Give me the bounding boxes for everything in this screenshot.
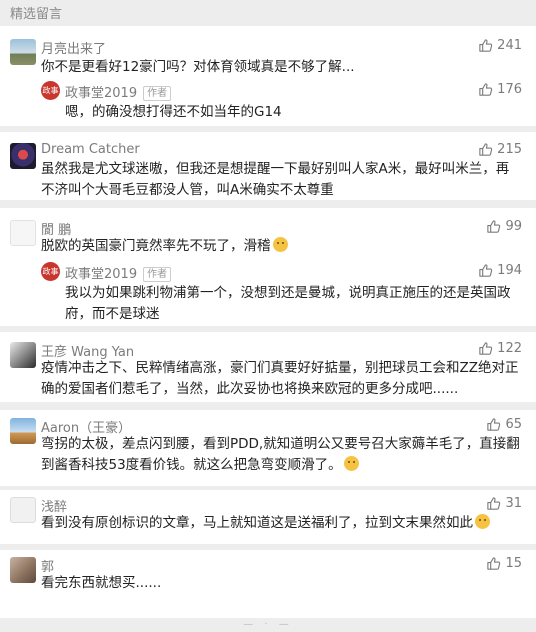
like-count: 176: [497, 82, 522, 97]
avatar[interactable]: [10, 497, 36, 523]
comment-text: 看完东西就想买......: [41, 575, 162, 591]
like-count: 241: [497, 38, 522, 53]
comment-card: 王彦 Wang Yan 122 疫情冲击之下、民粹情绪高涨，豪门们真要好好掂量，…: [0, 332, 536, 402]
avatar[interactable]: [10, 557, 36, 583]
comment-card: Dream Catcher 215 虽然我是尤文球迷嗷，但我还是想提醒一下最好别…: [0, 132, 536, 200]
comment-text: 你不是更看好12豪门吗？对体育领域真是不够了解...: [41, 59, 355, 75]
avatar[interactable]: [10, 418, 36, 444]
avatar[interactable]: [10, 39, 36, 65]
like-count: 215: [497, 142, 522, 157]
comment-card: 月亮出来了 241 你不是更看好12豪门吗？对体育领域真是不够了解... 政事 …: [0, 26, 536, 126]
smirk-emoji-icon: [272, 237, 288, 252]
thumbs-up-icon: [487, 557, 501, 570]
comment-text: 弯拐的太极，差点闪到腰，看到PDD,就知道明公又要号召大家薅羊毛了，直接翻到酱香…: [41, 434, 522, 476]
comment-text: 虽然我是尤文球迷嗷，但我还是想提醒一下最好别叫人家A米，最好叫米兰，再不济叫个大…: [41, 161, 510, 198]
reply-text: 嗯，的确没想打得还不如当年的G14: [65, 104, 282, 120]
like-button[interactable]: 122: [478, 341, 522, 356]
grimace-emoji-icon: [475, 514, 490, 529]
comment-card: 閬 鵬 99 脱欧的英国豪门竟然率先不玩了，滑稽 政事 政事堂2019 作者 19…: [0, 208, 536, 326]
author-tag: 作者: [143, 86, 172, 101]
reply-author: 政事堂2019 作者: [65, 263, 172, 282]
like-count: 15: [505, 556, 522, 571]
thumbs-up-icon: [479, 39, 493, 52]
comment-card: Aaron（王豪） 65 弯拐的太极，差点闪到腰，看到PDD,就知道明公又要号召…: [0, 410, 536, 486]
reply-author: 政事堂2019 作者: [65, 82, 172, 101]
comment-card: 浅醉 31 看到没有原创标识的文章，马上就知道这是送福利了，拉到文末果然如此: [0, 490, 536, 544]
thumbs-up-icon: [487, 497, 501, 510]
comment-text-content: 脱欧的英国豪门竟然率先不玩了，滑稽: [41, 238, 271, 254]
like-count: 99: [505, 219, 522, 234]
comment-author[interactable]: Dream Catcher: [41, 142, 140, 157]
section-title: 精选留言: [10, 7, 63, 22]
like-count: 65: [505, 417, 522, 432]
thumbs-up-icon: [479, 143, 493, 156]
like-button[interactable]: 194: [478, 263, 522, 278]
avatar[interactable]: [10, 220, 36, 246]
reply-author-name: 政事堂2019: [65, 267, 138, 282]
reply-text: 我以为如果跳利物浦第一个，没想到还是曼城，说明真正施压的还是英国政府，而不是球迷: [65, 285, 511, 322]
thumbs-up-icon: [479, 83, 493, 96]
like-button[interactable]: 176: [478, 82, 522, 97]
scroll-indicator: — · —: [243, 619, 293, 630]
like-count: 31: [505, 496, 522, 511]
like-button[interactable]: 215: [478, 142, 522, 157]
reply-author-name: 政事堂2019: [65, 86, 138, 101]
comment-text: 脱欧的英国豪门竟然率先不玩了，滑稽: [41, 236, 522, 257]
author-tag: 作者: [143, 267, 172, 282]
like-count: 122: [497, 341, 522, 356]
like-button[interactable]: 99: [486, 219, 522, 234]
comment-card: 郭 15 看完东西就想买......: [0, 550, 536, 618]
author-avatar: 政事: [41, 262, 60, 281]
like-count: 194: [497, 263, 522, 278]
avatar[interactable]: [10, 143, 36, 169]
thumbs-up-icon: [487, 220, 501, 233]
like-button[interactable]: 15: [486, 556, 522, 571]
smirk-emoji-icon: [343, 456, 359, 471]
like-button[interactable]: 241: [478, 38, 522, 53]
like-button[interactable]: 65: [486, 417, 522, 432]
comment-author[interactable]: 月亮出来了: [41, 38, 106, 57]
author-avatar: 政事: [41, 81, 60, 100]
like-button[interactable]: 31: [486, 496, 522, 511]
thumbs-up-icon: [479, 342, 493, 355]
avatar[interactable]: [10, 342, 36, 368]
thumbs-up-icon: [479, 264, 493, 277]
comment-text: 看到没有原创标识的文章，马上就知道这是送福利了，拉到文末果然如此: [41, 513, 522, 534]
thumbs-up-icon: [487, 418, 501, 431]
comment-text: 疫情冲击之下、民粹情绪高涨，豪门们真要好好掂量，别把球员工会和ZZ绝对正确的爱国…: [41, 360, 519, 397]
comment-text-content: 看到没有原创标识的文章，马上就知道这是送福利了，拉到文末果然如此: [41, 515, 473, 531]
comment-text-content: 弯拐的太极，差点闪到腰，看到PDD,就知道明公又要号召大家薅羊毛了，直接翻到酱香…: [41, 436, 520, 473]
